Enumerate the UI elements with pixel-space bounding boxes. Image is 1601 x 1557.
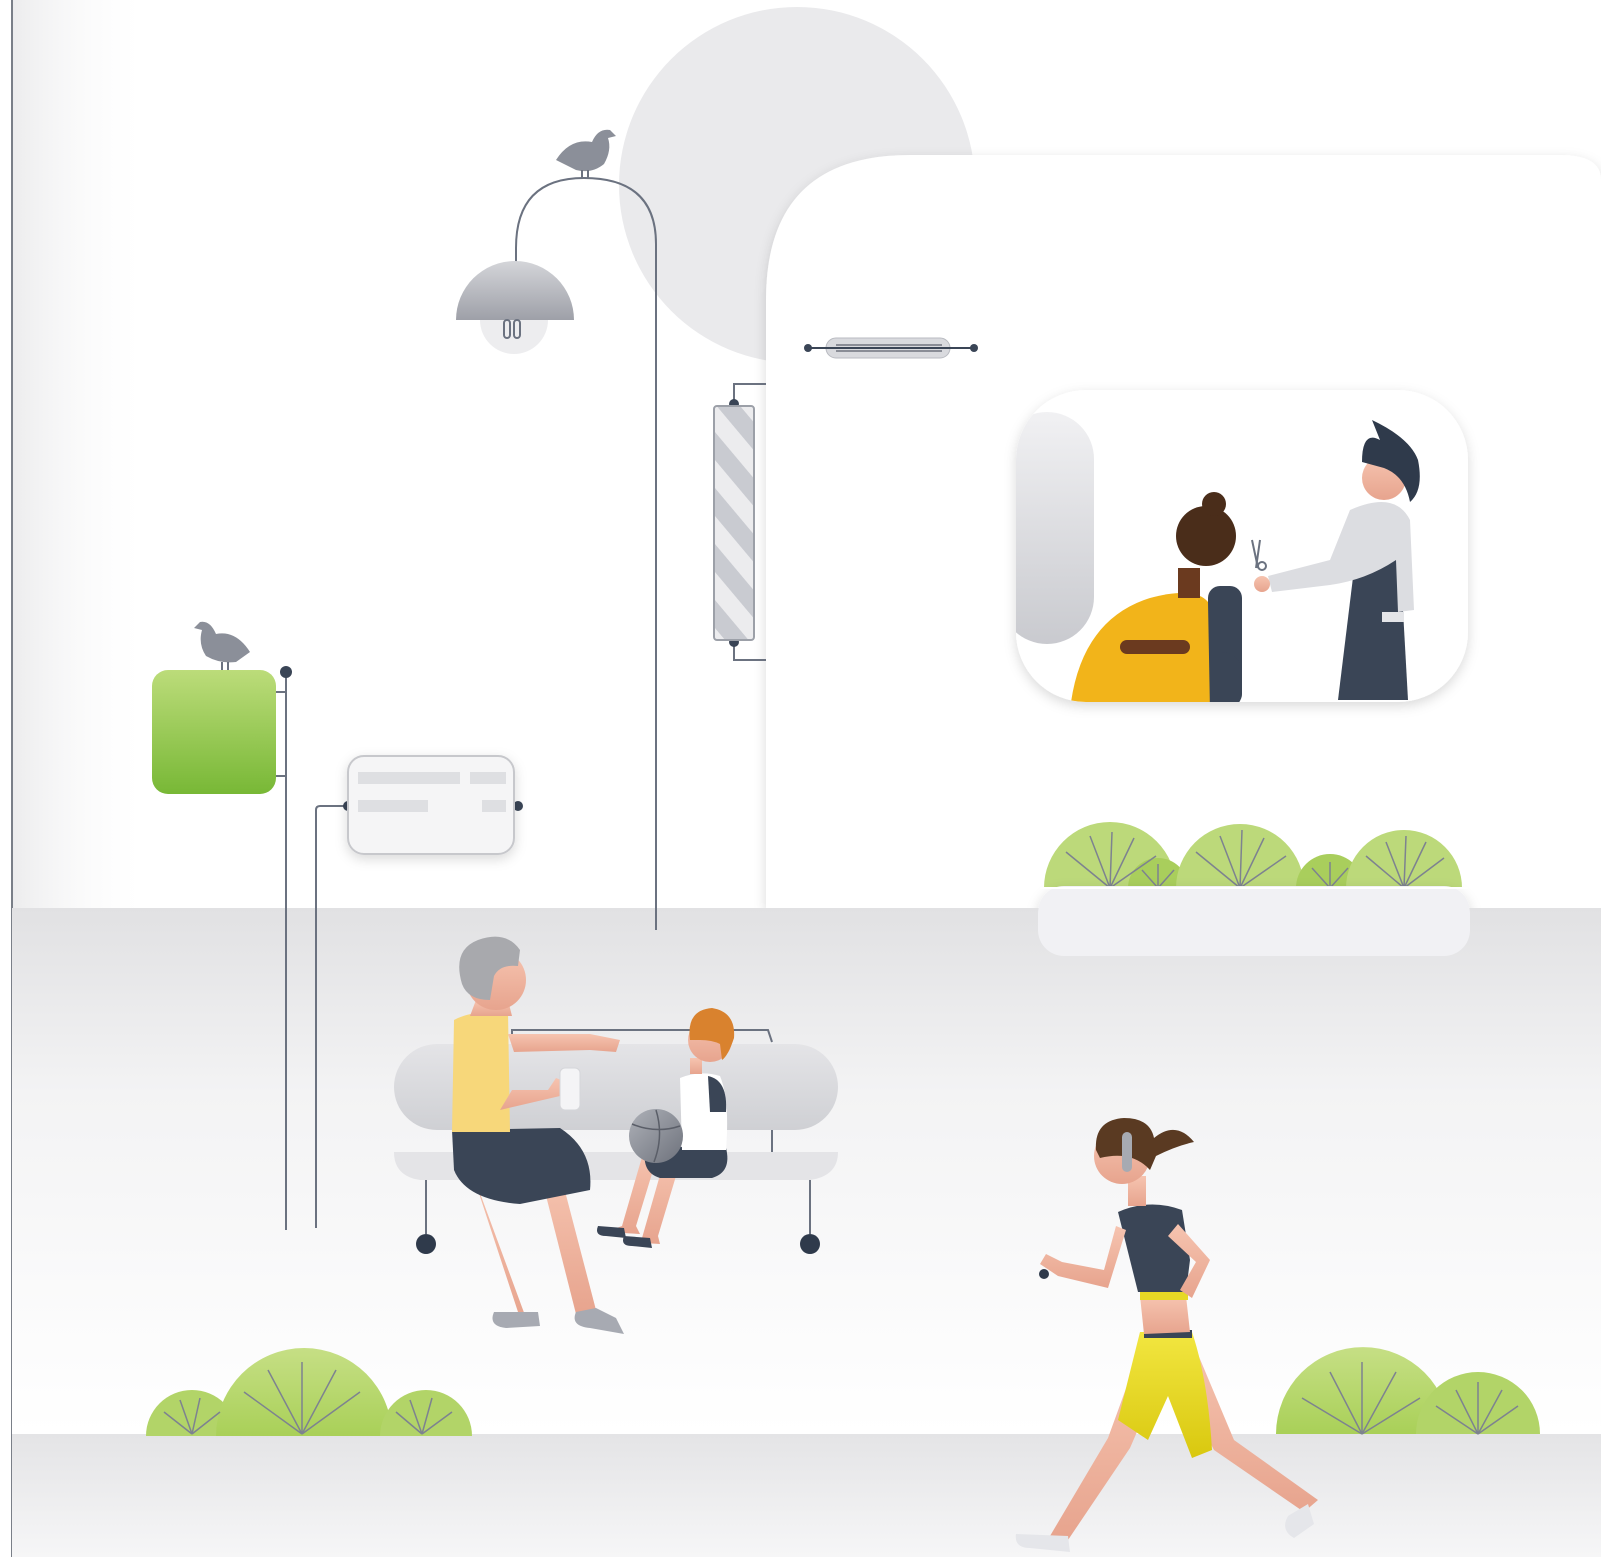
city-street-scene [0, 0, 1601, 1557]
planter-front [1038, 888, 1470, 956]
building-sign-dot-left [804, 344, 812, 352]
barber-shop-window [1016, 390, 1468, 702]
building-sign-dot-right [970, 344, 978, 352]
planter-bushes [1044, 822, 1462, 889]
sidewalk [12, 1434, 1601, 1557]
